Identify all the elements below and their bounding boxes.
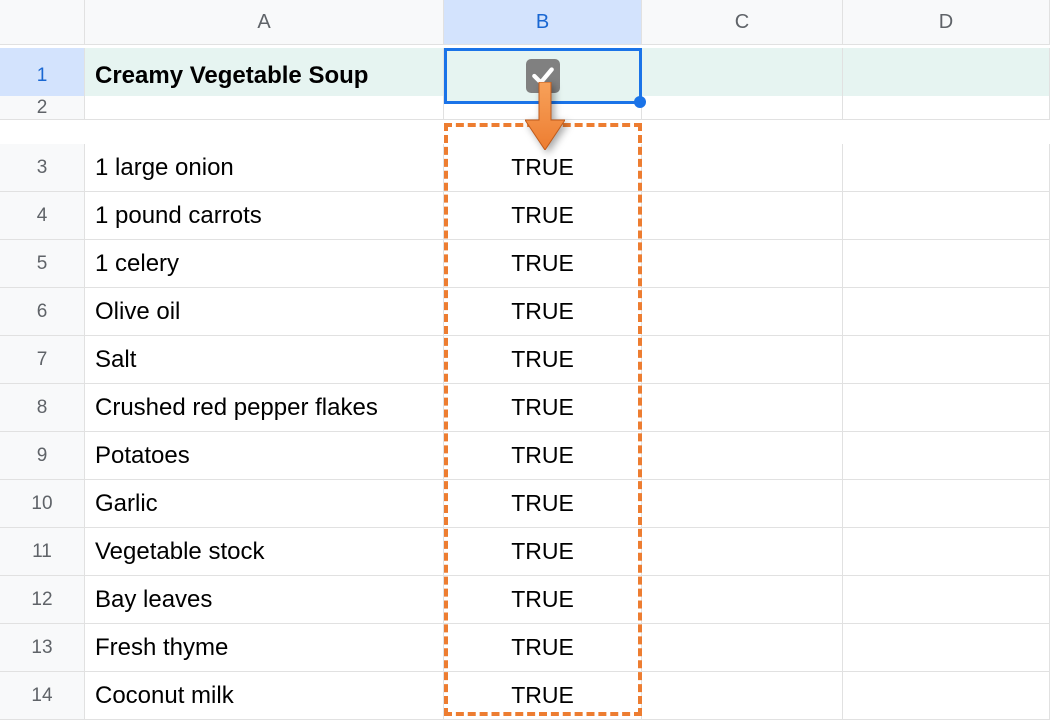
row-header-14[interactable]: 14 bbox=[0, 672, 85, 720]
cell-b14[interactable]: TRUE bbox=[444, 672, 642, 720]
row-header-10[interactable]: 10 bbox=[0, 480, 85, 528]
row-header-12[interactable]: 12 bbox=[0, 576, 85, 624]
cell-c7[interactable] bbox=[642, 336, 843, 384]
column-header-d[interactable]: D bbox=[843, 0, 1050, 45]
row-header-5[interactable]: 5 bbox=[0, 240, 85, 288]
column-header-a[interactable]: A bbox=[85, 0, 444, 45]
checkbox-icon[interactable] bbox=[526, 59, 560, 93]
cell-a8[interactable]: Crushed red pepper flakes bbox=[85, 384, 444, 432]
cell-c11[interactable] bbox=[642, 528, 843, 576]
cell-a2[interactable] bbox=[85, 96, 444, 120]
cell-b5[interactable]: TRUE bbox=[444, 240, 642, 288]
cell-c2[interactable] bbox=[642, 96, 843, 120]
column-header-c[interactable]: C bbox=[642, 0, 843, 45]
selection-fill-handle[interactable] bbox=[634, 96, 646, 108]
cell-c4[interactable] bbox=[642, 192, 843, 240]
cell-d13[interactable] bbox=[843, 624, 1050, 672]
row-header-2[interactable]: 2 bbox=[0, 96, 85, 120]
cell-c3[interactable] bbox=[642, 144, 843, 192]
cell-c8[interactable] bbox=[642, 384, 843, 432]
cell-d2[interactable] bbox=[843, 96, 1050, 120]
row-header-13[interactable]: 13 bbox=[0, 624, 85, 672]
row-header-4[interactable]: 4 bbox=[0, 192, 85, 240]
row-header-3[interactable]: 3 bbox=[0, 144, 85, 192]
cell-a14[interactable]: Coconut milk bbox=[85, 672, 444, 720]
cell-a9[interactable]: Potatoes bbox=[85, 432, 444, 480]
cell-b1[interactable] bbox=[444, 48, 642, 104]
cell-a4[interactable]: 1 pound carrots bbox=[85, 192, 444, 240]
row-header-11[interactable]: 11 bbox=[0, 528, 85, 576]
cell-a11[interactable]: Vegetable stock bbox=[85, 528, 444, 576]
cell-c10[interactable] bbox=[642, 480, 843, 528]
cell-d4[interactable] bbox=[843, 192, 1050, 240]
column-header-b[interactable]: B bbox=[444, 0, 642, 45]
row-header-9[interactable]: 9 bbox=[0, 432, 85, 480]
cell-d5[interactable] bbox=[843, 240, 1050, 288]
cell-a12[interactable]: Bay leaves bbox=[85, 576, 444, 624]
cell-a6[interactable]: Olive oil bbox=[85, 288, 444, 336]
cell-c9[interactable] bbox=[642, 432, 843, 480]
cell-d9[interactable] bbox=[843, 432, 1050, 480]
cell-b12[interactable]: TRUE bbox=[444, 576, 642, 624]
select-all-corner[interactable] bbox=[0, 0, 85, 45]
cell-a5[interactable]: 1 celery bbox=[85, 240, 444, 288]
row-header-6[interactable]: 6 bbox=[0, 288, 85, 336]
cell-b3[interactable]: TRUE bbox=[444, 144, 642, 192]
cell-b9[interactable]: TRUE bbox=[444, 432, 642, 480]
cell-d8[interactable] bbox=[843, 384, 1050, 432]
cell-d10[interactable] bbox=[843, 480, 1050, 528]
cell-a3[interactable]: 1 large onion bbox=[85, 144, 444, 192]
cell-b6[interactable]: TRUE bbox=[444, 288, 642, 336]
cell-b8[interactable]: TRUE bbox=[444, 384, 642, 432]
cell-a7[interactable]: Salt bbox=[85, 336, 444, 384]
cell-b4[interactable]: TRUE bbox=[444, 192, 642, 240]
cell-d7[interactable] bbox=[843, 336, 1050, 384]
cell-c6[interactable] bbox=[642, 288, 843, 336]
cell-b13[interactable]: TRUE bbox=[444, 624, 642, 672]
cell-a13[interactable]: Fresh thyme bbox=[85, 624, 444, 672]
cell-d12[interactable] bbox=[843, 576, 1050, 624]
cell-b10[interactable]: TRUE bbox=[444, 480, 642, 528]
cell-b7[interactable]: TRUE bbox=[444, 336, 642, 384]
cell-c14[interactable] bbox=[642, 672, 843, 720]
cell-a10[interactable]: Garlic bbox=[85, 480, 444, 528]
cell-c13[interactable] bbox=[642, 624, 843, 672]
row-header-7[interactable]: 7 bbox=[0, 336, 85, 384]
cell-d3[interactable] bbox=[843, 144, 1050, 192]
cell-d14[interactable] bbox=[843, 672, 1050, 720]
row-header-8[interactable]: 8 bbox=[0, 384, 85, 432]
cell-c12[interactable] bbox=[642, 576, 843, 624]
cell-b11[interactable]: TRUE bbox=[444, 528, 642, 576]
cell-d11[interactable] bbox=[843, 528, 1050, 576]
cell-c5[interactable] bbox=[642, 240, 843, 288]
cell-d6[interactable] bbox=[843, 288, 1050, 336]
